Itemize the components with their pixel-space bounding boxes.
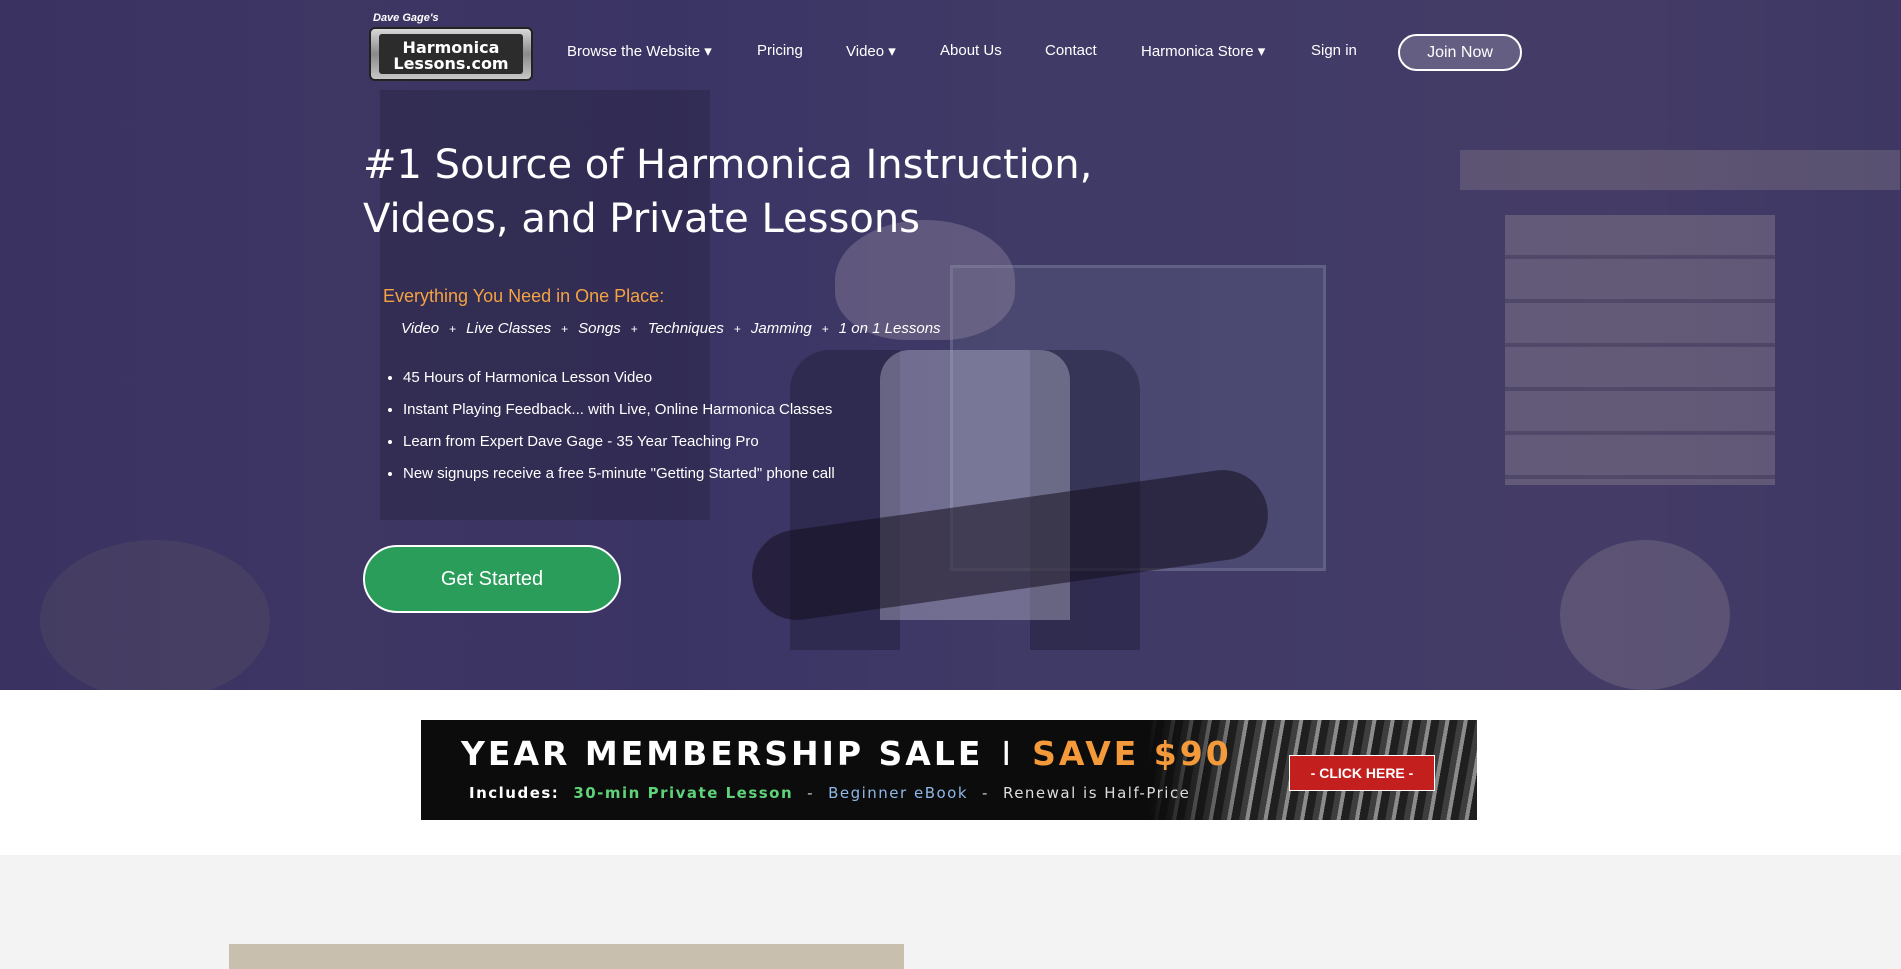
join-now-button[interactable]: Join Now bbox=[1398, 34, 1522, 71]
banner-item-renewal: Renewal is Half-Price bbox=[1002, 784, 1191, 802]
nav-pricing[interactable]: Pricing bbox=[757, 42, 803, 59]
nav-contact[interactable]: Contact bbox=[1045, 42, 1097, 59]
background-shelf bbox=[1460, 150, 1900, 190]
banner-divider: I bbox=[1001, 734, 1015, 773]
logo-tagline: Dave Gage's bbox=[373, 12, 439, 24]
banner-includes: Includes: 30-min Private Lesson - Beginner … bbox=[469, 784, 1190, 802]
banner-title-text: YEAR MEMBERSHIP SALE bbox=[461, 734, 984, 773]
nav-video[interactable]: Video ▾ bbox=[846, 42, 896, 60]
hero-subhead: Everything You Need in One Place: bbox=[383, 286, 665, 306]
site-logo[interactable]: Dave Gage's Harmonica Lessons.com bbox=[369, 12, 537, 84]
benefit-item: 45 Hours of Harmonica Lesson Video bbox=[403, 366, 835, 398]
feature-item: 1 on 1 Lessons bbox=[838, 320, 941, 337]
nav-harmonica-store[interactable]: Harmonica Store ▾ bbox=[1141, 42, 1265, 60]
feature-item: Jamming bbox=[750, 320, 812, 337]
benefit-item: Instant Playing Feedback... with Live, O… bbox=[403, 398, 835, 430]
feature-separator: + bbox=[630, 322, 638, 336]
feature-item: Live Classes bbox=[466, 320, 552, 337]
membership-sale-banner[interactable]: YEAR MEMBERSHIP SALE I SAVE $90 Includes: 3… bbox=[421, 720, 1477, 820]
banner-item-private-lesson: 30-min Private Lesson bbox=[573, 784, 794, 802]
nav-browse-website[interactable]: Browse the Website ▾ bbox=[567, 42, 712, 60]
feature-separator: + bbox=[449, 322, 457, 336]
section-image-top bbox=[229, 944, 904, 969]
feature-list: Video + Live Classes + Songs + Techniques + Jamm… bbox=[401, 320, 941, 337]
feature-item: Techniques bbox=[647, 320, 724, 337]
background-boxes bbox=[1505, 215, 1775, 485]
background-audience-right bbox=[1560, 540, 1730, 690]
feature-item: Songs bbox=[578, 320, 621, 337]
banner-dash: - bbox=[807, 784, 815, 802]
nav-sign-in[interactable]: Sign in bbox=[1311, 42, 1357, 59]
feature-separator: + bbox=[561, 322, 569, 336]
nav-about-us[interactable]: About Us bbox=[940, 42, 1002, 59]
hero-section: Dave Gage's Harmonica Lessons.com Browse… bbox=[0, 0, 1901, 690]
banner-save-amount: SAVE $90 bbox=[1032, 734, 1232, 773]
page-headline: #1 Source of Harmonica Instruction, Vide… bbox=[363, 138, 1123, 246]
feature-separator: + bbox=[733, 322, 741, 336]
banner-click-here-button[interactable]: - CLICK HERE - bbox=[1289, 755, 1435, 791]
logo-harmonica-plate: Harmonica Lessons.com bbox=[369, 27, 533, 81]
feature-separator: + bbox=[821, 322, 829, 336]
logo-line2: Lessons.com bbox=[393, 54, 509, 73]
benefits-list: 45 Hours of Harmonica Lesson Video Insta… bbox=[381, 366, 835, 494]
banner-item-ebook: Beginner eBook bbox=[828, 784, 969, 802]
background-audience-left bbox=[40, 540, 270, 690]
benefit-item: Learn from Expert Dave Gage - 35 Year Te… bbox=[403, 430, 835, 462]
banner-dash: - bbox=[982, 784, 989, 802]
get-started-button[interactable]: Get Started bbox=[363, 545, 621, 613]
headline-line2: Videos, and Private Lessons bbox=[363, 196, 921, 242]
headline-line1: #1 Source of Harmonica Instruction, bbox=[363, 142, 1093, 188]
feature-item: Video bbox=[401, 320, 440, 337]
banner-title: YEAR MEMBERSHIP SALE I SAVE $90 bbox=[461, 734, 1232, 773]
banner-includes-label: Includes: bbox=[469, 784, 560, 802]
benefit-item: New signups receive a free 5-minute "Get… bbox=[403, 462, 835, 494]
